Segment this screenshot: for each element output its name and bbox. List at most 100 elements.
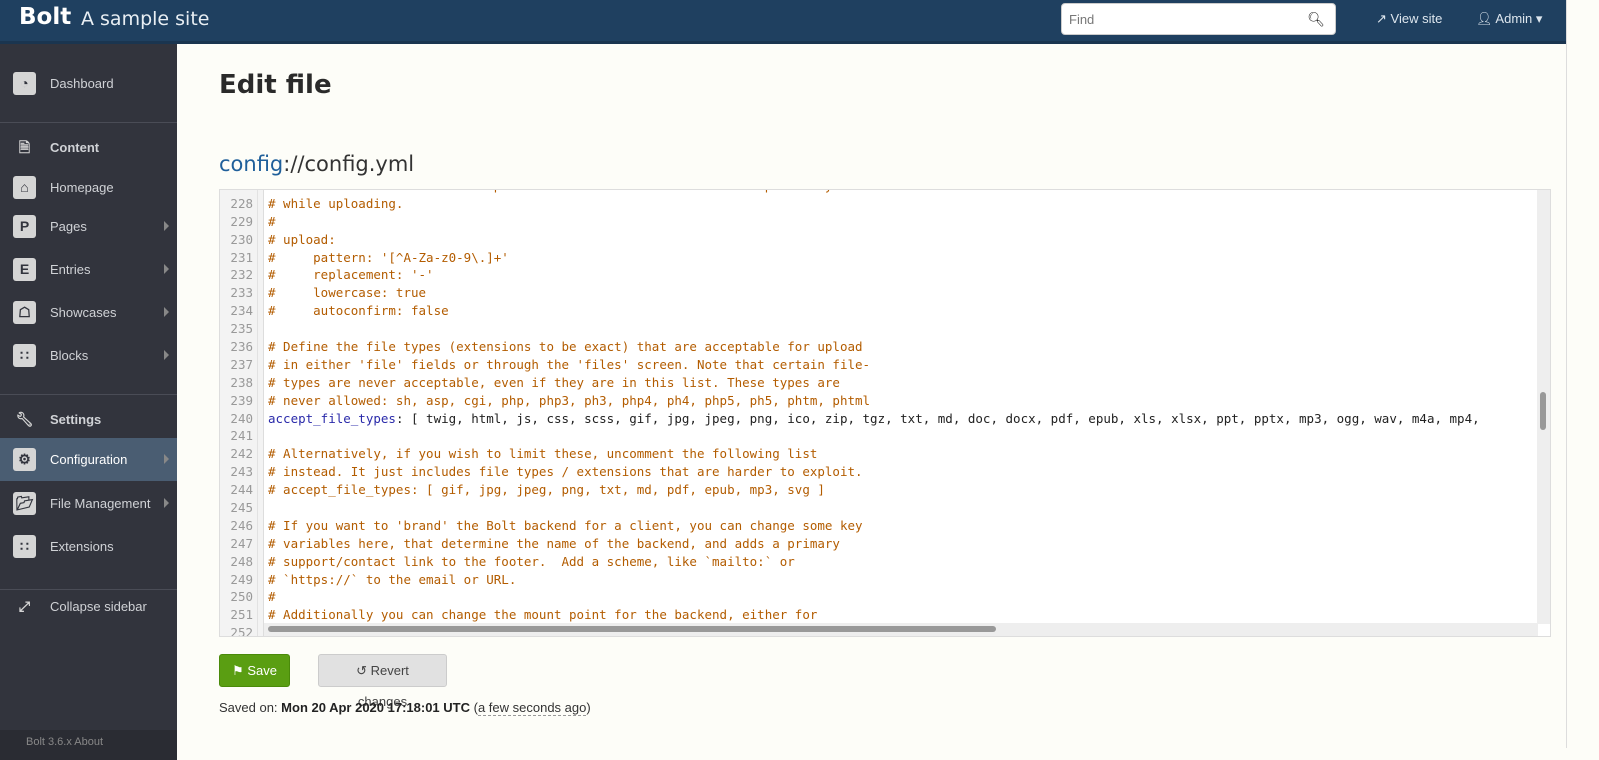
code-line[interactable]: 248 # support/contact link to the footer.… bbox=[220, 553, 1538, 571]
user-menu[interactable]: 👤︎ Admin ▾ bbox=[1476, 11, 1542, 27]
search-box: 🔍︎ bbox=[1061, 3, 1336, 35]
entries-icon: E bbox=[13, 258, 36, 281]
collapse-sidebar-button[interactable]: ⤢ Collapse sidebar bbox=[0, 585, 177, 628]
scrollbar-thumb[interactable] bbox=[268, 626, 996, 632]
line-number: 228 bbox=[230, 195, 253, 211]
code-line[interactable]: 236 # Define the file types (extensions t… bbox=[220, 338, 1538, 356]
code-editor[interactable]: 227# whatever characters are not permitt… bbox=[219, 189, 1551, 637]
pages-icon: P bbox=[13, 215, 36, 238]
sidebar-footer[interactable]: Bolt 3.6.x About bbox=[0, 730, 177, 760]
user-name: Admin bbox=[1495, 11, 1533, 26]
sidebar-label: Configuration bbox=[50, 452, 128, 467]
line-text: # accept_file_types: [ gif, jpg, jpeg, p… bbox=[268, 482, 825, 498]
sidebar-item-dashboard[interactable]: ◔ Dashboard bbox=[0, 62, 177, 105]
horizontal-scrollbar[interactable] bbox=[264, 623, 1538, 636]
file-text-icon: 🗎︎ bbox=[18, 139, 31, 155]
sidebar-label: Showcases bbox=[50, 305, 117, 320]
line-text: # bbox=[268, 589, 276, 605]
sidebar-label: File Management bbox=[50, 496, 151, 511]
line-text: # upload: bbox=[268, 231, 336, 247]
revert-changes-button[interactable]: ↺ Revert changes bbox=[318, 654, 447, 709]
sidebar-item-blocks[interactable]: ∷ Blocks bbox=[0, 334, 177, 377]
code-line[interactable]: 233 # lowercase: true bbox=[220, 284, 1538, 302]
sidebar-label: Blocks bbox=[50, 348, 89, 363]
line-text: # variables here, that determine the nam… bbox=[268, 535, 840, 551]
sidebar-divider bbox=[0, 394, 177, 395]
line-text: # while uploading. bbox=[268, 195, 404, 211]
compress-icon: ⤢ bbox=[18, 598, 31, 614]
paren: ) bbox=[586, 700, 591, 715]
code-line[interactable]: 243 # instead. It just includes file type… bbox=[220, 463, 1538, 481]
line-text: # Define the file types (extensions to b… bbox=[268, 339, 863, 355]
sidebar-item-file-management[interactable]: 📂︎ File Management bbox=[0, 482, 177, 525]
sidebar-label: Pages bbox=[50, 219, 87, 234]
view-site-label: View site bbox=[1390, 11, 1443, 26]
chevron-right-icon bbox=[164, 454, 169, 464]
line-text: # never allowed: sh, asp, cgi, php, php3… bbox=[268, 392, 871, 408]
code-line[interactable]: 228 # while uploading. bbox=[220, 195, 1538, 213]
code-line[interactable]: 230 # upload: bbox=[220, 231, 1538, 249]
sidebar-item-entries[interactable]: E Entries bbox=[0, 248, 177, 291]
wrench-icon: 🔧︎ bbox=[15, 411, 34, 427]
code-line[interactable]: 242 # Alternatively, if you wish to limit… bbox=[220, 445, 1538, 463]
line-number: 235 bbox=[230, 321, 253, 337]
search-icon[interactable]: 🔍︎ bbox=[1307, 11, 1325, 28]
search-input[interactable] bbox=[1062, 4, 1292, 34]
sidebar-item-extensions[interactable]: ∷ Extensions bbox=[0, 525, 177, 568]
relative-time: a few seconds ago bbox=[477, 700, 587, 716]
code-line[interactable]: 232 # replacement: '-' bbox=[220, 266, 1538, 284]
file-name: ://config.yml bbox=[283, 152, 415, 176]
code-line[interactable]: 247 # variables here, that determine the … bbox=[220, 535, 1538, 553]
code-line[interactable]: 239 # never allowed: sh, asp, cgi, php, p… bbox=[220, 392, 1538, 410]
code-line[interactable]: 250 # bbox=[220, 588, 1538, 606]
brand-logo[interactable]: Bolt bbox=[19, 4, 71, 30]
code-lines[interactable]: 227# whatever characters are not permitt… bbox=[220, 190, 1538, 637]
line-number: 250 bbox=[230, 589, 253, 605]
code-line[interactable]: 249 # `https://` to the email or URL. bbox=[220, 571, 1538, 589]
chevron-right-icon bbox=[164, 221, 169, 231]
code-line[interactable]: 251 # Additionally you can change the mou… bbox=[220, 606, 1538, 624]
code-line[interactable]: 237 # in either 'file' fields or through … bbox=[220, 356, 1538, 374]
line-number: 232 bbox=[230, 267, 253, 283]
sidebar-label: Homepage bbox=[50, 180, 114, 195]
line-number: 231 bbox=[230, 249, 253, 265]
code-line[interactable]: 245 bbox=[220, 499, 1538, 517]
line-text: # support/contact link to the footer. Ad… bbox=[268, 553, 795, 569]
sidebar-header-content: 🗎︎ Content bbox=[0, 126, 177, 169]
page-scrollbar[interactable] bbox=[1566, 0, 1599, 748]
line-number: 237 bbox=[230, 356, 253, 372]
sidebar-item-configuration[interactable]: ⚙ Configuration bbox=[0, 438, 177, 481]
chevron-right-icon bbox=[164, 264, 169, 274]
sidebar-item-showcases[interactable]: ☖ Showcases bbox=[0, 291, 177, 334]
scrollbar-thumb[interactable] bbox=[1540, 392, 1546, 430]
code-line[interactable]: 240 accept_file_types: [ twig, html, js, … bbox=[220, 410, 1538, 428]
code-line[interactable]: 238 # types are never acceptable, even if… bbox=[220, 374, 1538, 392]
code-line[interactable]: 235 bbox=[220, 320, 1538, 338]
line-text: # If you want to 'brand' the Bolt backen… bbox=[268, 517, 863, 533]
code-line[interactable]: 234 # autoconfirm: false bbox=[220, 302, 1538, 320]
code-line[interactable]: 229 # bbox=[220, 213, 1538, 231]
code-line[interactable]: 246 # If you want to 'brand' the Bolt bac… bbox=[220, 517, 1538, 535]
line-number: 245 bbox=[230, 500, 253, 516]
user-icon: 👤︎ bbox=[1476, 11, 1493, 26]
code-line[interactable]: 241 bbox=[220, 427, 1538, 445]
line-text: # pattern: '[^A-Za-z0-9\.]+' bbox=[268, 249, 509, 265]
vertical-scrollbar[interactable] bbox=[1537, 190, 1550, 624]
line-text: # in either 'file' fields or through the… bbox=[268, 356, 871, 372]
sidebar-item-homepage[interactable]: ⌂ Homepage bbox=[0, 166, 177, 209]
line-number: 238 bbox=[230, 374, 253, 390]
line-text: # Alternatively, if you wish to limit th… bbox=[268, 446, 818, 462]
line-number: 249 bbox=[230, 571, 253, 587]
view-site-link[interactable]: ↗ View site bbox=[1376, 11, 1442, 27]
chevron-right-icon bbox=[164, 498, 169, 508]
line-text: # autoconfirm: false bbox=[268, 303, 449, 319]
sidebar-item-pages[interactable]: P Pages bbox=[0, 205, 177, 248]
cubes-icon: ∷ bbox=[13, 535, 36, 558]
line-text: # lowercase: true bbox=[268, 285, 427, 301]
code-line[interactable]: 231 # pattern: '[^A-Za-z0-9\.]+' bbox=[220, 249, 1538, 267]
site-name[interactable]: A sample site bbox=[81, 8, 209, 30]
code-line[interactable]: 244 # accept_file_types: [ gif, jpg, jpeg… bbox=[220, 481, 1538, 499]
external-link-icon: ↗ bbox=[1376, 11, 1387, 26]
save-button[interactable]: ⚑ Save bbox=[219, 654, 290, 687]
line-number: 252 bbox=[230, 625, 253, 637]
